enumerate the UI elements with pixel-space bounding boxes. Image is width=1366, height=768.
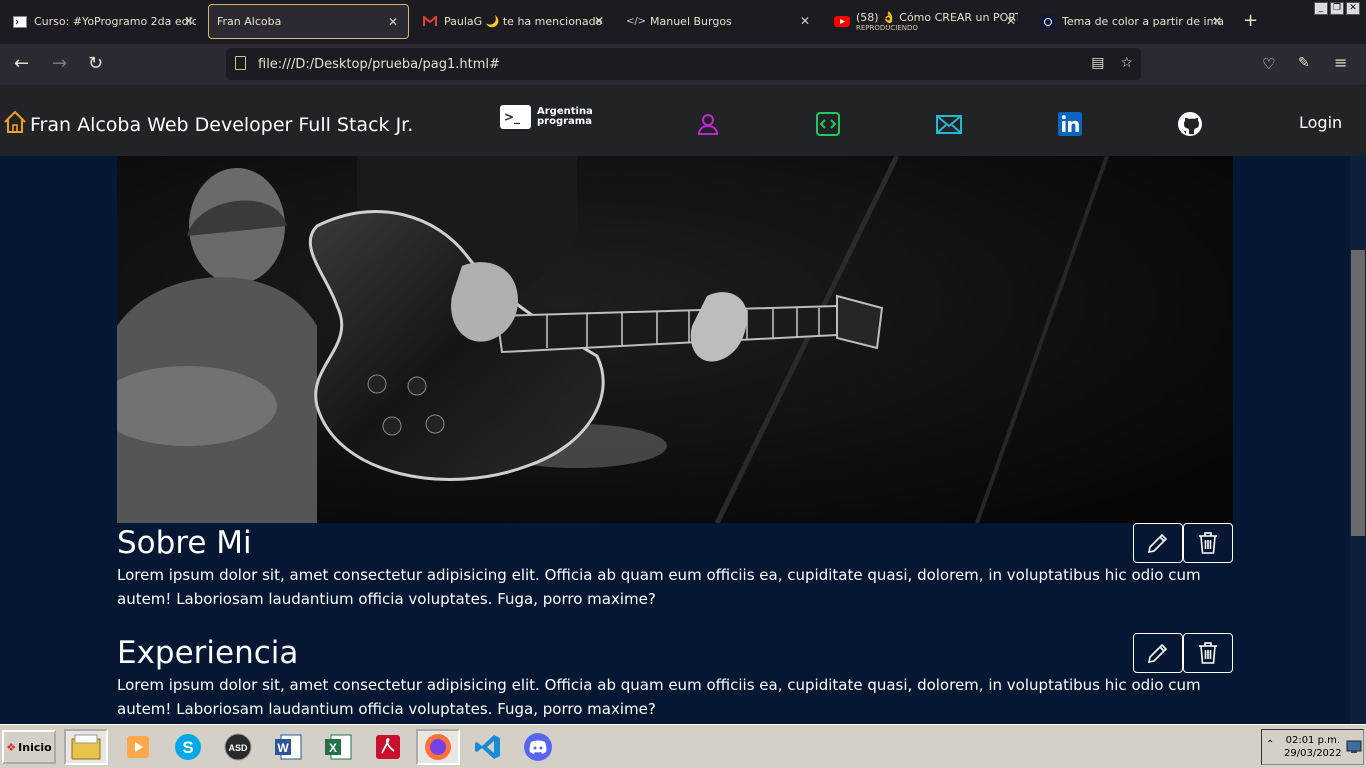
start-button[interactable]: ❖ Inicio: [2, 730, 56, 764]
os-taskbar: ❖ Inicio S ASD W X ⌃ 02:01 p.m. 29/03/20…: [0, 724, 1366, 768]
url-text: file:///D:/Desktop/prueba/pag1.html#: [258, 56, 500, 72]
word-icon[interactable]: W: [266, 729, 310, 765]
linkedin-icon[interactable]: [1057, 111, 1083, 137]
system-tray: ⌃ 02:01 p.m. 29/03/2022: [1261, 729, 1364, 765]
code-icon[interactable]: [815, 111, 841, 137]
svg-text:W: W: [277, 741, 289, 755]
page-icon: [235, 56, 246, 70]
tab-label: Curso: #YoProgramo 2da edició: [34, 15, 196, 28]
close-icon[interactable]: ✕: [388, 15, 398, 29]
skype-icon[interactable]: S: [166, 729, 210, 765]
firefox-color-icon: [1040, 14, 1056, 30]
tray-expand-icon[interactable]: ⌃: [1266, 739, 1274, 750]
section-experiencia: Experiencia Lorem ipsum dolor sit, amet …: [117, 633, 1233, 721]
tab-curso[interactable]: Curso: #YoProgramo 2da edició ✕: [4, 4, 204, 39]
page-scrollbar[interactable]: [1350, 156, 1366, 724]
close-icon[interactable]: ✕: [1212, 14, 1222, 28]
firefox-icon[interactable]: [416, 729, 460, 765]
menu-icon[interactable]: ≡: [1334, 53, 1347, 72]
tab-manuel-burgos[interactable]: </> Manuel Burgos ✕: [620, 4, 820, 39]
pencil-icon: [1147, 533, 1168, 554]
clock[interactable]: 02:01 p.m. 29/03/2022: [1284, 734, 1342, 760]
brand-link[interactable]: Fran Alcoba Web Developer Full Stack Jr.: [2, 109, 413, 140]
svg-text:X: X: [329, 741, 337, 755]
close-icon[interactable]: ✕: [594, 14, 604, 28]
pocket-icon[interactable]: ♡: [1262, 55, 1275, 73]
restore-button[interactable]: ❐: [1330, 2, 1344, 15]
excel-icon[interactable]: X: [316, 729, 360, 765]
terminal-icon: >_: [500, 105, 531, 129]
tab-label: Manuel Burgos: [650, 15, 732, 28]
acrobat-icon[interactable]: [366, 729, 410, 765]
close-icon[interactable]: ✕: [184, 14, 194, 28]
browser-tab-bar: Curso: #YoProgramo 2da edició ✕ Fran Alc…: [0, 0, 1366, 44]
bookmark-star-icon[interactable]: ☆: [1120, 55, 1133, 71]
brand-title: Fran Alcoba Web Developer Full Stack Jr.: [30, 113, 414, 136]
vscode-icon[interactable]: [466, 729, 510, 765]
browser-nav-bar: ← → ↻ file:///D:/Desktop/prueba/pag1.htm…: [0, 44, 1366, 85]
trash-icon: [1199, 532, 1217, 554]
site-header: Fran Alcoba Web Developer Full Stack Jr.…: [0, 85, 1366, 156]
back-arrow-icon[interactable]: ←: [14, 53, 29, 74]
reload-icon[interactable]: ↻: [88, 53, 103, 74]
windows-logo-icon: ❖: [6, 740, 17, 754]
file-explorer-icon[interactable]: [64, 729, 108, 765]
network-icon[interactable]: [1346, 740, 1362, 757]
edit-button[interactable]: [1133, 523, 1183, 563]
delete-button[interactable]: [1183, 633, 1233, 673]
argentina-programa-logo[interactable]: >_ Argentina programa: [500, 105, 593, 129]
clock-date: 29/03/2022: [1284, 748, 1342, 759]
edit-button[interactable]: [1133, 633, 1183, 673]
tab-youtube[interactable]: (58) 👌 Cómo CREAR un PORTF REPRODUCIENDO …: [826, 4, 1026, 39]
pencil-icon: [1147, 643, 1168, 664]
url-bar[interactable]: file:///D:/Desktop/prueba/pag1.html# ▤ ☆: [226, 48, 1141, 80]
tab-label: Tema de color a partir de image: [1062, 15, 1224, 28]
tab-label: PaulaG 🌙 te ha mencionado en: [444, 15, 606, 28]
asd-app-icon[interactable]: ASD: [216, 729, 260, 765]
media-player-icon[interactable]: [116, 729, 160, 765]
scrollbar-thumb[interactable]: [1351, 250, 1365, 536]
home-icon: [2, 109, 28, 140]
trash-icon: [1199, 642, 1217, 664]
terminal-icon: [12, 14, 28, 30]
svg-text:ASD: ASD: [228, 743, 248, 753]
clock-time: 02:01 p.m.: [1285, 735, 1341, 746]
youtube-icon: [834, 14, 850, 30]
gmail-icon: [422, 14, 438, 30]
section-sobre-mi: Sobre Mi Lorem ipsum dolor sit, amet con…: [117, 523, 1233, 611]
close-icon[interactable]: ✕: [800, 14, 810, 28]
delete-button[interactable]: [1183, 523, 1233, 563]
svg-text:S: S: [182, 738, 193, 757]
login-link[interactable]: Login: [1299, 113, 1342, 132]
code-icon: </>: [625, 16, 647, 27]
new-tab-button[interactable]: +: [1243, 10, 1258, 31]
mail-icon[interactable]: [936, 111, 962, 137]
tab-label: Fran Alcoba: [217, 15, 282, 28]
github-icon[interactable]: [1177, 111, 1203, 137]
discord-icon[interactable]: [516, 729, 560, 765]
hero-banner-image: [117, 156, 1233, 523]
tab-label: (58) 👌 Cómo CREAR un PORTF REPRODUCIENDO: [856, 11, 1018, 32]
section-text: Lorem ipsum dolor sit, amet consectetur …: [117, 566, 1201, 608]
tab-tema-color[interactable]: Tema de color a partir de image ✕: [1032, 4, 1232, 39]
close-icon[interactable]: ✕: [1006, 14, 1016, 28]
section-title: Experiencia: [117, 635, 299, 671]
close-window-button[interactable]: ✕: [1346, 2, 1360, 15]
tab-gmail[interactable]: PaulaG 🌙 te ha mencionado en ✕: [414, 4, 614, 39]
tab-fran-alcoba[interactable]: Fran Alcoba ✕: [208, 4, 409, 39]
forward-arrow-icon[interactable]: →: [52, 53, 67, 74]
start-label: Inicio: [18, 740, 52, 754]
color-picker-icon[interactable]: ✎: [1298, 55, 1310, 71]
minimize-button[interactable]: _: [1314, 2, 1328, 15]
section-title: Sobre Mi: [117, 525, 252, 561]
logo-text-line2: programa: [537, 116, 592, 127]
user-icon[interactable]: [695, 111, 721, 137]
reader-view-icon[interactable]: ▤: [1091, 55, 1104, 71]
section-text: Lorem ipsum dolor sit, amet consectetur …: [117, 676, 1201, 718]
